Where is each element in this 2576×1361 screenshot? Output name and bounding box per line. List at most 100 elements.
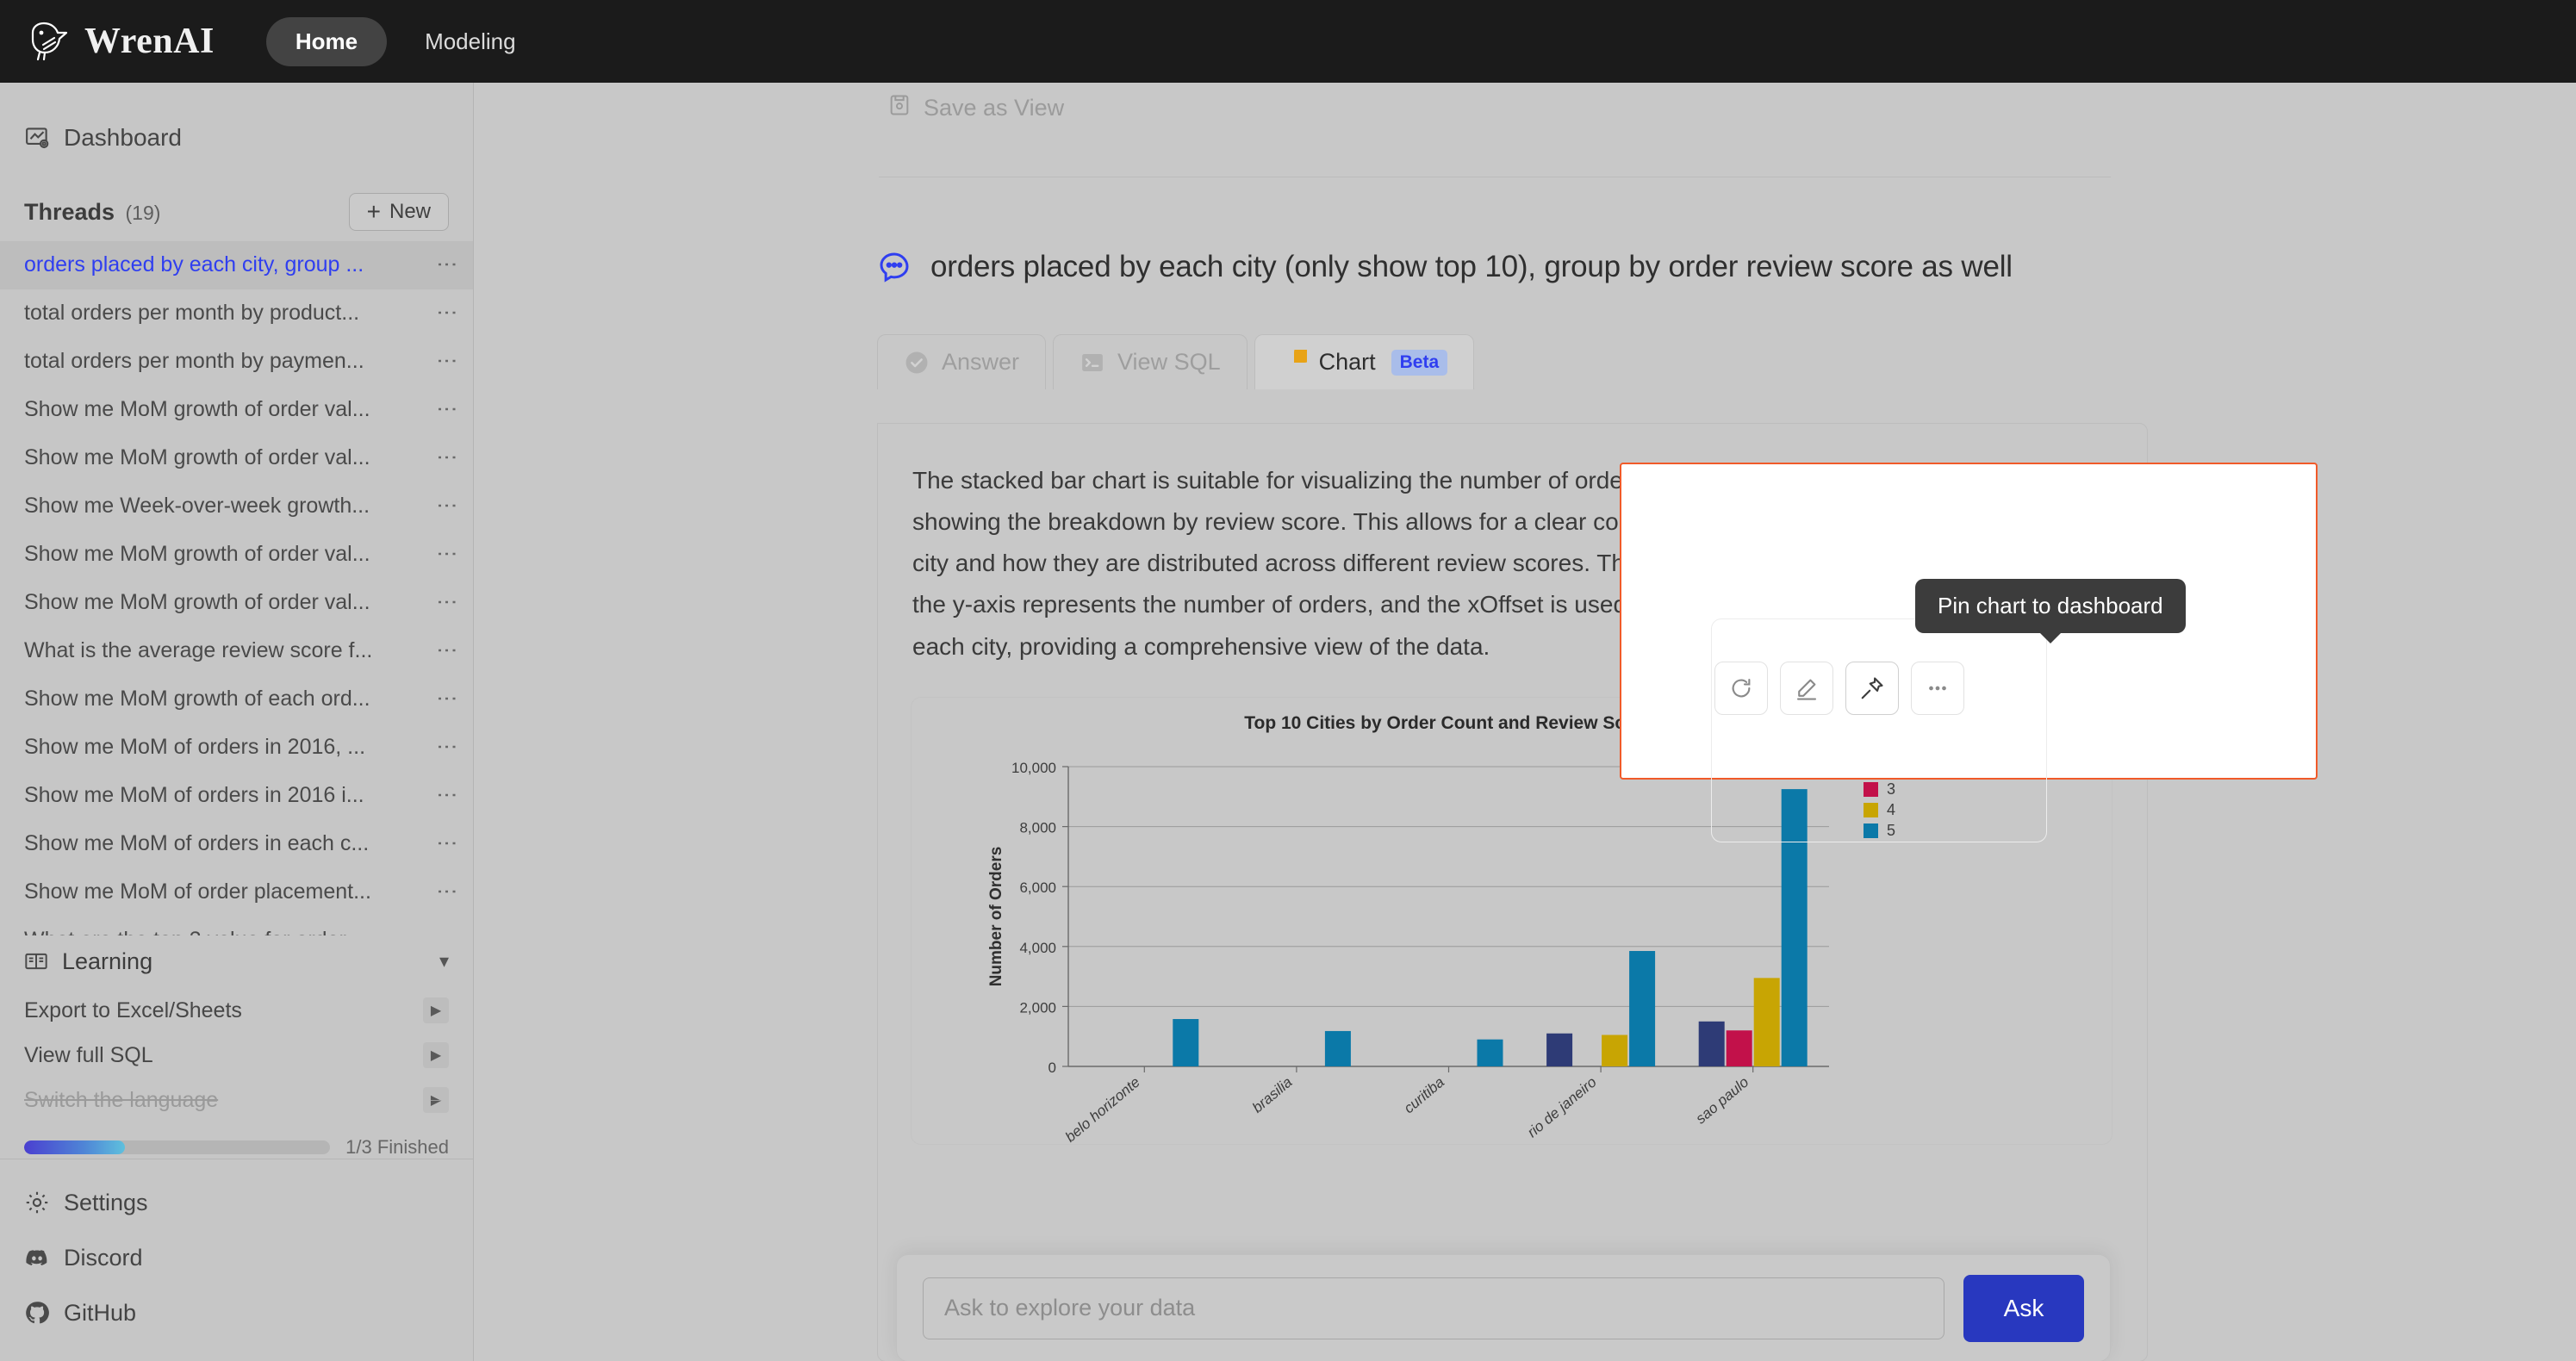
learning-item-label: Export to Excel/Sheets [24,997,242,1022]
thread-list-item[interactable]: Show me MoM growth of order val... ⋮ [0,434,473,482]
save-view-icon [887,93,912,123]
thread-list-item[interactable]: Show me MoM of orders in each c... ⋮ [0,820,473,868]
thread-menu-icon[interactable]: ⋮ [435,351,458,372]
nav-item-home[interactable]: Home [265,16,388,66]
thread-list-item[interactable]: Show me MoM of orders in 2016 i... ⋮ [0,772,473,820]
thread-list-item[interactable]: Show me MoM growth of order val... ⋮ [0,386,473,434]
tab-chart[interactable]: Chart Beta [1254,334,1475,389]
thread-label: Show me MoM growth of order val... [24,445,370,470]
thread-list-item[interactable]: Show me MoM growth of order val... ⋮ [0,531,473,579]
pin-button[interactable] [1845,662,1899,715]
learning-list-item[interactable]: View full SQL ▶ [0,1033,473,1078]
overlay-card-edge [1711,618,2047,842]
chevron-down-icon: ▾ [439,950,449,973]
chart-action-toolbar [1714,662,1964,715]
svg-text:0: 0 [1048,1060,1056,1076]
check-circle-icon [904,350,930,376]
thread-label: Show me MoM growth of order val... [24,590,370,615]
beta-badge: Beta [1391,349,1448,376]
sidebar-item-discord-label: Discord [64,1244,143,1271]
progress-fill [24,1140,126,1154]
tab-bar: Answer View SQL Chart Beta [877,334,2576,389]
ask-bar: Ask [896,1254,2111,1361]
svg-text:rio de janeiro: rio de janeiro [1524,1073,1600,1140]
svg-text:Top 10 Cities by Order Count a: Top 10 Cities by Order Count and Review … [1244,713,1653,733]
thread-menu-icon[interactable]: ⋮ [435,640,458,662]
thread-list-item[interactable]: What are the top 3 value for order...⋮ [0,917,473,935]
sidebar: Dashboard Threads (19) + New orders plac… [0,83,474,1361]
progress-track [24,1140,331,1154]
ask-button[interactable]: Ask [1963,1274,2084,1342]
learning-item-label: Switch the language [24,1087,219,1112]
sidebar-item-settings-label: Settings [64,1189,148,1215]
svg-text:Number of Orders: Number of Orders [987,846,1005,986]
thread-list-item[interactable]: orders placed by each city, group ... ⋮ [0,240,473,289]
progress-label: 1/3 Finished [345,1136,449,1158]
thread-menu-icon[interactable]: ⋮ [435,688,458,710]
save-as-view-button[interactable]: Save as View [887,93,2576,123]
thread-label: Show me MoM of orders in 2016, ... [24,735,366,760]
thread-label: total orders per month by paymen... [24,349,364,374]
thread-menu-icon[interactable]: ⋮ [435,254,458,276]
tab-chart-label: Chart [1318,349,1376,375]
thread-menu-icon[interactable]: ⋮ [435,881,458,903]
thread-menu-icon[interactable]: ⋮ [435,736,458,758]
thread-label: What is the average review score f... [24,638,373,663]
play-icon[interactable]: ▶ [423,1087,449,1113]
tab-answer[interactable]: Answer [877,334,1047,389]
svg-text:belo horizonte: belo horizonte [1062,1073,1143,1144]
svg-text:sao paulo: sao paulo [1693,1073,1752,1127]
thread-menu-icon[interactable]: ⋮ [435,447,458,469]
terminal-icon [1080,350,1105,376]
threads-header: Threads (19) + New [0,183,473,241]
thread-list-item[interactable]: Show me MoM growth of order val... ⋮ [0,579,473,627]
sidebar-item-github[interactable]: GitHub [0,1285,473,1340]
thread-list-item[interactable]: Show me MoM of orders in 2016, ... ⋮ [0,724,473,772]
threads-count: (19) [125,201,161,224]
thread-menu-icon[interactable]: ⋮ [435,399,458,420]
thread-list-item[interactable]: total orders per month by paymen... ⋮ [0,338,473,386]
book-icon [24,948,50,974]
threads-title: Threads [24,198,115,225]
learning-title: Learning [62,948,153,974]
svg-text:curitiba: curitiba [1401,1073,1447,1116]
sidebar-item-discord[interactable]: Discord [0,1230,473,1285]
more-button[interactable] [1911,662,1964,715]
thread-menu-icon[interactable]: ⋮ [435,495,458,517]
sidebar-item-settings[interactable]: Settings [0,1175,473,1230]
thread-menu-icon[interactable]: ⋮ [435,785,458,806]
new-thread-button[interactable]: + New [348,193,449,232]
dashboard-chart-icon [24,125,50,151]
brand-logo[interactable]: WrenAI [26,19,215,64]
search-input[interactable] [923,1277,1944,1339]
refresh-button[interactable] [1714,662,1768,715]
thread-label: Show me MoM of order placement... [24,879,371,904]
svg-text:brasilia: brasilia [1249,1073,1295,1116]
thread-list: orders placed by each city, group ... ⋮ to… [0,240,473,935]
tab-view-sql-label: View SQL [1117,349,1221,375]
thread-menu-icon[interactable]: ⋮ [435,833,458,855]
learning-list: Export to Excel/Sheets ▶ View full SQL ▶ Swi… [0,988,473,1122]
thread-menu-icon[interactable]: ⋮ [435,302,458,324]
save-as-view-label: Save as View [924,95,1065,121]
tab-view-sql[interactable]: View SQL [1053,334,1248,389]
thread-list-item[interactable]: Show me Week-over-week growth... ⋮ [0,482,473,531]
thread-list-item[interactable]: What is the average review score f... ⋮ [0,627,473,675]
learning-section-header[interactable]: Learning ▾ [0,935,473,988]
play-icon[interactable]: ▶ [423,997,449,1023]
threads-title-wrap: Threads (19) [24,199,160,226]
learning-list-item[interactable]: Switch the language ▶ [0,1078,473,1122]
thread-label: Show me MoM growth of order val... [24,397,370,422]
learning-list-item[interactable]: Export to Excel/Sheets ▶ [0,988,473,1033]
sidebar-item-github-label: GitHub [64,1299,137,1326]
nav-item-modeling[interactable]: Modeling [395,17,545,66]
thread-menu-icon[interactable]: ⋮ [435,592,458,613]
play-icon[interactable]: ▶ [423,1042,449,1068]
edit-button[interactable] [1780,662,1833,715]
thread-label: Show me MoM of orders in each c... [24,831,370,856]
thread-menu-icon[interactable]: ⋮ [435,544,458,565]
thread-list-item[interactable]: Show me MoM of order placement... ⋮ [0,868,473,917]
thread-list-item[interactable]: total orders per month by product... ⋮ [0,289,473,338]
sidebar-item-dashboard[interactable]: Dashboard [0,105,473,171]
thread-list-item[interactable]: Show me MoM growth of each ord... ⋮ [0,675,473,724]
